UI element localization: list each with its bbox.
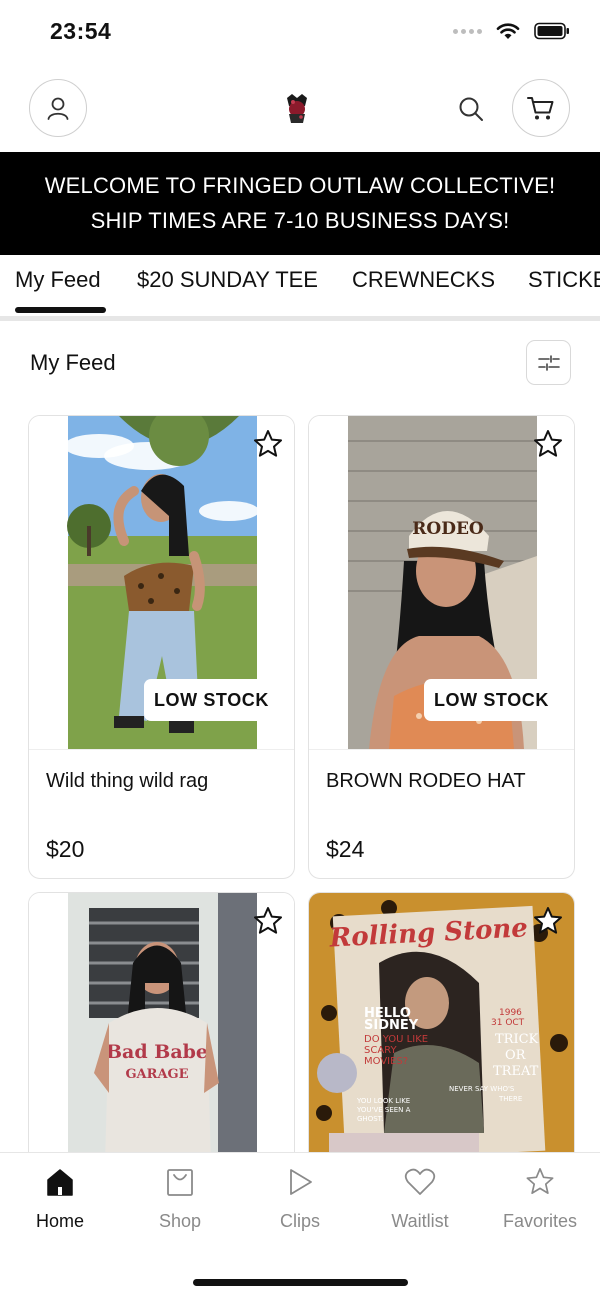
tab-crewnecks[interactable]: CREWNECKS [352, 267, 495, 293]
tee-text-2: GARAGE [125, 1067, 188, 1082]
nav-label: Shop [158, 1211, 202, 1231]
magazine-line: 31 OCT [491, 1018, 525, 1028]
product-card[interactable]: Bad Babe GARAGE [28, 892, 295, 1192]
star-icon [526, 1168, 554, 1194]
bottom-nav: Home Shop Clips Waitlist Favorites [0, 1152, 600, 1299]
product-card[interactable]: LOW STOCK Wild thing wild rag $20 [28, 415, 295, 879]
low-stock-badge: LOW STOCK [423, 679, 559, 721]
magazine-line: GHOST. [357, 1115, 383, 1123]
magazine-line: YOU'VE SEEN A [356, 1106, 411, 1114]
magazine-line: SCARY [364, 1045, 397, 1056]
status-time: 23:54 [50, 18, 112, 44]
favorite-button[interactable] [530, 903, 566, 939]
star-icon [534, 907, 562, 934]
product-price: $24 [326, 836, 365, 862]
magazine-line: YOU LOOK LIKE [356, 1097, 410, 1105]
play-icon [290, 1169, 312, 1195]
banner-line-2: SHIP TIMES ARE 7-10 BUSINESS DAYS! [90, 208, 510, 233]
favorite-button[interactable] [250, 426, 286, 462]
nav-clips[interactable]: Clips [240, 1167, 360, 1232]
favorite-button[interactable] [250, 903, 286, 939]
account-button[interactable] [29, 79, 87, 137]
favorite-button[interactable] [530, 426, 566, 462]
brand-logo [287, 94, 307, 123]
filter-sliders-icon [537, 354, 560, 371]
cart-icon [527, 97, 554, 120]
cart-button[interactable] [512, 79, 570, 137]
star-icon [254, 907, 282, 934]
status-bar: 23:54 [0, 0, 600, 66]
nav-label: Home [35, 1211, 84, 1231]
filter-button[interactable] [526, 340, 571, 385]
magazine-line: OR [505, 1048, 527, 1063]
tab-my-feed[interactable]: My Feed [15, 267, 101, 293]
home-icon [47, 1169, 73, 1196]
card-divider [29, 749, 294, 750]
tee-text-1: Bad Babe [106, 1041, 208, 1063]
magazine-line: SIDNEY [364, 1018, 419, 1033]
magazine-line: DO YOU LIKE [364, 1034, 428, 1045]
magazine-line: NEVER SAY WHO'S [449, 1085, 515, 1093]
product-card[interactable]: Rolling Stone HELLO SIDNEY DO YOU LIKE S… [308, 892, 575, 1192]
magazine-line: MOVIES? [364, 1056, 408, 1067]
hat-text: RODEO [412, 519, 484, 539]
signal-icon [453, 28, 482, 34]
heart-icon [404, 1168, 436, 1195]
nav-home[interactable]: Home [0, 1167, 120, 1232]
user-icon [47, 97, 69, 120]
low-stock-badge: LOW STOCK [143, 679, 279, 721]
nav-label: Favorites [502, 1211, 578, 1231]
product-title[interactable]: BROWN RODEO HAT [326, 770, 526, 793]
magazine-line: 1996 [499, 1008, 522, 1018]
tab-stickers[interactable]: STICKERS [528, 267, 600, 293]
nav-waitlist[interactable]: Waitlist [360, 1167, 480, 1232]
magazine-line: THERE [498, 1095, 522, 1103]
status-icons [453, 22, 570, 40]
star-icon [254, 430, 282, 457]
section-title: My Feed [30, 350, 116, 375]
product-price: $20 [46, 836, 85, 862]
card-divider [309, 749, 574, 750]
home-indicator[interactable] [193, 1279, 408, 1286]
category-tabs: My Feed $20 SUNDAY TEE CREWNECKS STICKER… [0, 255, 600, 321]
banner-line-1: WELCOME TO FRINGED OUTLAW COLLECTIVE! [44, 173, 556, 198]
battery-icon [534, 22, 569, 40]
nav-shop[interactable]: Shop [120, 1167, 240, 1232]
search-icon [459, 97, 483, 121]
shop-bag-icon [167, 1169, 193, 1196]
star-icon [534, 430, 562, 457]
active-tab-indicator [15, 307, 106, 313]
search-button[interactable] [455, 93, 487, 125]
magazine-line: TRICK [495, 1032, 539, 1047]
nav-label: Waitlist [391, 1211, 449, 1231]
announcement-banner: WELCOME TO FRINGED OUTLAW COLLECTIVE! SH… [0, 152, 600, 255]
nav-label: Clips [279, 1211, 320, 1231]
wifi-icon [496, 23, 520, 39]
product-card[interactable]: RODEO LOW STOCK BROWN RODEO HAT $24 [308, 415, 575, 879]
product-title[interactable]: Wild thing wild rag [46, 770, 208, 793]
nav-favorites[interactable]: Favorites [480, 1167, 600, 1232]
tab-20-sunday-tee[interactable]: $20 SUNDAY TEE [137, 267, 318, 293]
magazine-line: TREAT [493, 1064, 539, 1079]
app-header [0, 66, 600, 152]
